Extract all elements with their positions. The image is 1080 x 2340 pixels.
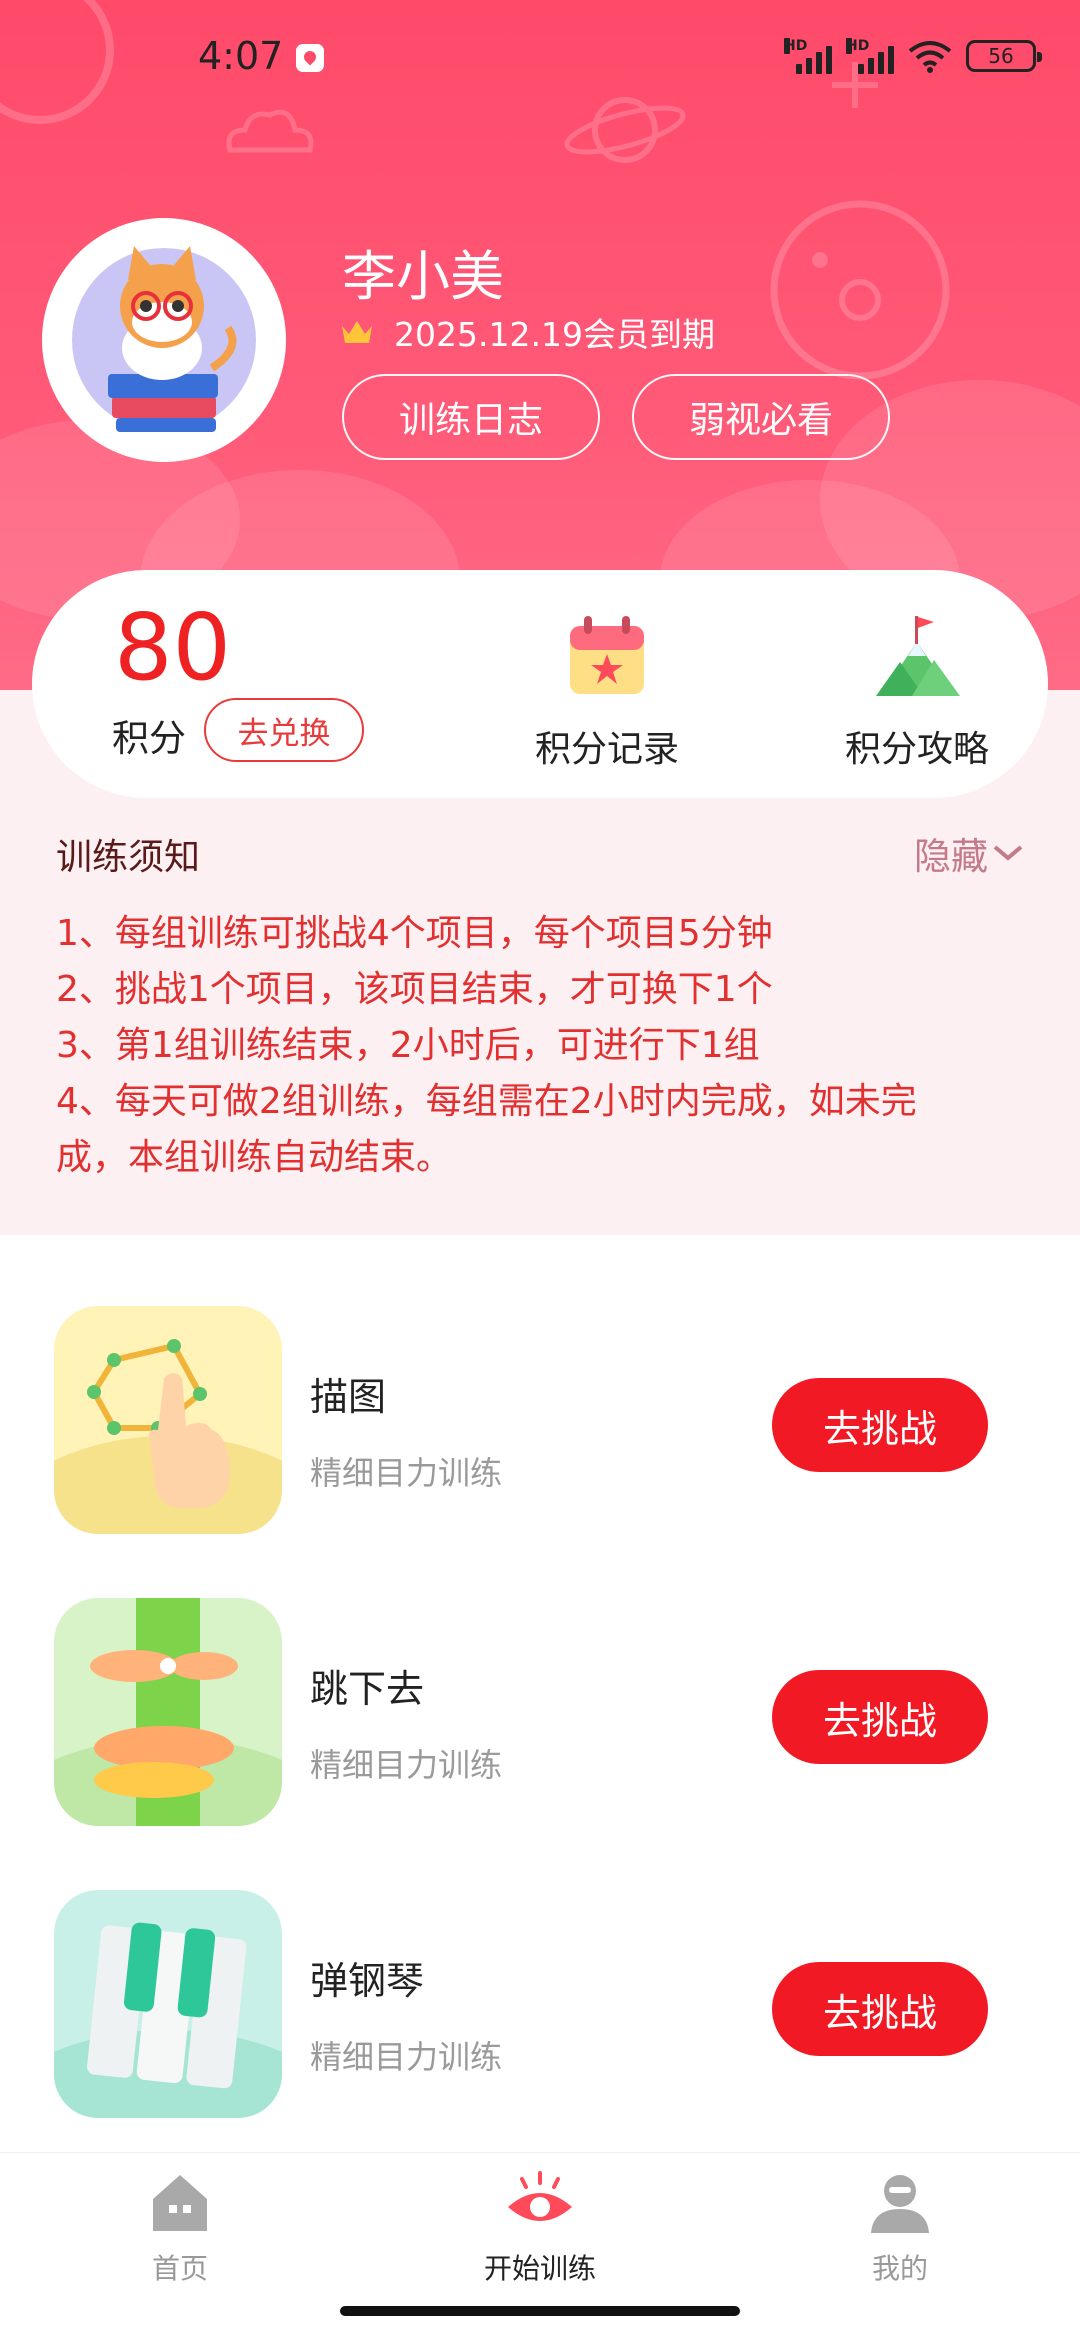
moon-deco-icon [770, 200, 950, 380]
notice-line: 成，本组训练自动结束。 [56, 1137, 453, 1178]
notice-rules: 1、每组训练可挑战4个项目，每个项目5分钟 2、挑战1个项目，该项目结束，才可换… [56, 906, 1016, 1186]
eye-icon [508, 2171, 572, 2221]
battery-icon: 56 [966, 40, 1042, 72]
low-vision-guide-label: 弱视必看 [688, 400, 833, 441]
jump-down-thumbnail[interactable] [54, 1598, 282, 1826]
points-guide-label: 积分攻略 [844, 729, 989, 770]
points-records-label: 积分记录 [534, 729, 679, 770]
challenge-button[interactable]: 去挑战 [772, 1962, 988, 2056]
points-card: 80 积分 去兑换 积分记录 积分攻略 [32, 570, 1048, 798]
training-title: 弹钢琴 [310, 1959, 425, 2003]
low-vision-guide-button[interactable]: 弱视必看 [632, 374, 890, 460]
notice-line: 1、每组训练可挑战4个项目，每个项目5分钟 [56, 913, 773, 954]
helix-tower-icon [54, 1598, 282, 1826]
training-title: 描图 [310, 1375, 387, 1419]
notice-line: 2、挑战1个项目，该项目结束，才可换下1个 [56, 969, 773, 1010]
trace-star-icon [54, 1306, 282, 1534]
points-records-button[interactable]: 积分记录 [492, 612, 722, 772]
battery-level: 56 [988, 44, 1014, 68]
exchange-label: 去兑换 [237, 715, 331, 752]
notice-title: 训练须知 [56, 837, 201, 878]
cat-avatar-icon [72, 246, 256, 432]
piano-thumbnail[interactable] [54, 1890, 282, 2118]
notice-line: 4、每天可做2组训练，每组需在2小时内完成，如未完 [56, 1081, 917, 1122]
training-subtitle: 精细目力训练 [310, 1746, 503, 1784]
challenge-label: 去挑战 [822, 1406, 937, 1451]
tab-profile[interactable]: 我的 [800, 2169, 1000, 2287]
tab-profile-label: 我的 [871, 2252, 928, 2285]
status-indicators: HD HD 56 [784, 38, 1042, 74]
tab-home-label: 首页 [151, 2252, 208, 2285]
training-subtitle: 精细目力训练 [310, 1454, 503, 1492]
piano-keys-icon [54, 1890, 282, 2118]
notice-toggle-label: 隐藏 [914, 835, 988, 878]
training-list: 描图 精细目力训练 去挑战 跳下去 精细目力训练 去挑战 弹钢琴 精细目力训练 … [0, 1290, 1080, 2166]
list-item: 描图 精细目力训练 去挑战 [0, 1290, 1080, 1582]
notice-line: 3、第1组训练结束，2小时后，可进行下1组 [56, 1025, 760, 1066]
exchange-button[interactable]: 去兑换 [204, 698, 364, 762]
signal-icon: HD [784, 38, 832, 74]
user-name: 李小美 [342, 245, 504, 308]
points-guide-button[interactable]: 积分攻略 [802, 612, 1032, 772]
tab-start-training-label: 开始训练 [483, 2252, 596, 2285]
member-expiry-row: 2025.12.19会员到期 [340, 308, 715, 356]
member-expiry-text: 2025.12.19会员到期 [394, 315, 715, 354]
home-icon [153, 2175, 207, 2231]
challenge-button[interactable]: 去挑战 [772, 1670, 988, 1764]
training-title: 跳下去 [310, 1667, 425, 1711]
notification-app-icon [296, 44, 324, 72]
tab-home[interactable]: 首页 [80, 2169, 280, 2287]
tab-start-training[interactable]: 开始训练 [440, 2169, 640, 2287]
list-item: 弹钢琴 精细目力训练 去挑战 [0, 1874, 1080, 2166]
training-log-button[interactable]: 训练日志 [342, 374, 600, 460]
challenge-button[interactable]: 去挑战 [772, 1378, 988, 1472]
mountain-flag-icon [876, 616, 960, 696]
challenge-label: 去挑战 [822, 1990, 937, 2035]
signal-icon-2: HD [846, 38, 894, 74]
training-subtitle: 精细目力训练 [310, 2038, 503, 2076]
points-label: 积分 [112, 717, 186, 760]
avatar[interactable] [42, 218, 286, 462]
home-indicator[interactable] [340, 2306, 740, 2316]
trace-drawing-thumbnail[interactable] [54, 1306, 282, 1534]
user-icon [871, 2175, 929, 2233]
training-log-label: 训练日志 [398, 400, 543, 441]
chevron-down-icon [993, 845, 1023, 861]
status-time: 4:07 [198, 34, 284, 78]
training-page: 4:07 HD HD 56 李小美 2025.12.19会员到期 训练日志 弱视… [0, 0, 1080, 2340]
status-bar: 4:07 HD HD 56 [0, 0, 1080, 120]
list-item: 跳下去 精细目力训练 去挑战 [0, 1582, 1080, 1874]
challenge-label: 去挑战 [822, 1698, 937, 1743]
points-value: 80 [114, 594, 232, 701]
hd-label-2: HD [846, 38, 870, 54]
notice-hide-toggle[interactable]: 隐藏 [914, 826, 1024, 880]
hd-label: HD [784, 38, 808, 54]
calendar-icon [570, 616, 644, 694]
wifi-icon [908, 41, 952, 73]
crown-icon [342, 321, 372, 343]
